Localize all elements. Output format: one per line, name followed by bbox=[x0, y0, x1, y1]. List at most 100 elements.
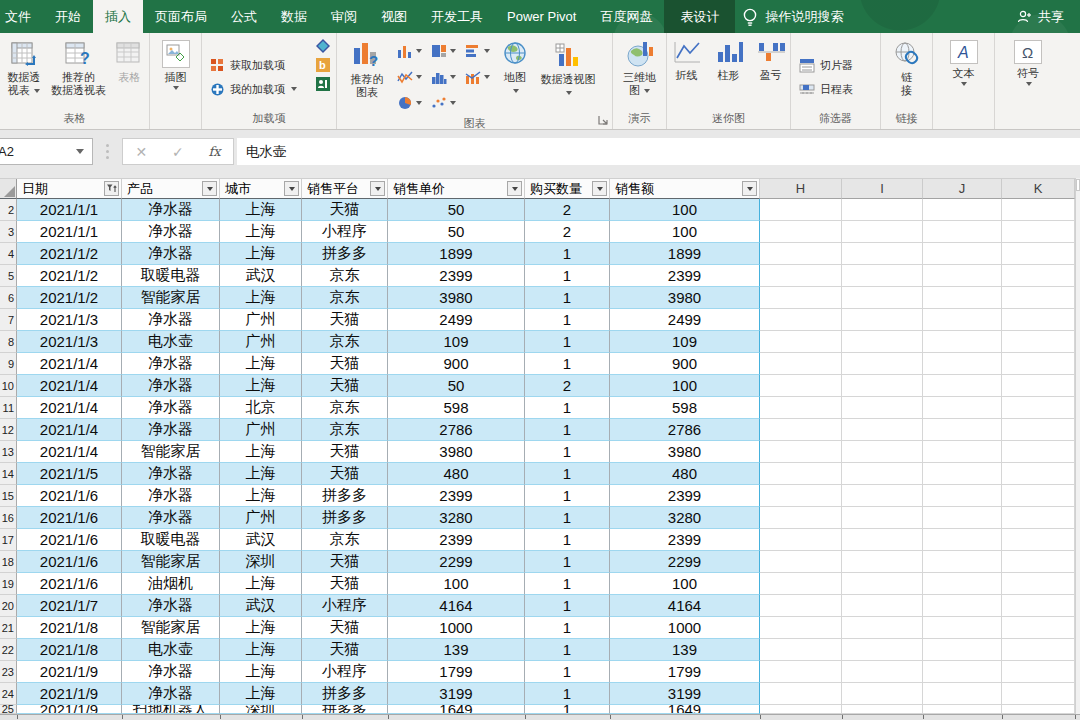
cell-amount[interactable]: 2399 bbox=[610, 529, 760, 551]
cell-quantity[interactable]: 1 bbox=[525, 617, 610, 639]
formula-input[interactable]: 电水壶 bbox=[237, 138, 1080, 165]
cell-price[interactable]: 900 bbox=[388, 353, 525, 375]
cell-quantity[interactable]: 1 bbox=[525, 595, 610, 617]
cell-price[interactable]: 2399 bbox=[388, 485, 525, 507]
cell-date[interactable]: 2021/1/3 bbox=[17, 309, 122, 331]
cell-empty-K[interactable] bbox=[1002, 221, 1075, 243]
row-number[interactable]: 11 bbox=[0, 397, 17, 419]
cell-empty-I[interactable] bbox=[842, 243, 923, 265]
cell-empty-I[interactable] bbox=[842, 617, 923, 639]
cell-amount[interactable]: 2399 bbox=[610, 485, 760, 507]
tab-file[interactable]: 文件 bbox=[0, 0, 43, 33]
cell-price[interactable]: 3280 bbox=[388, 507, 525, 529]
cell-price[interactable]: 1649 bbox=[388, 705, 525, 714]
map3d-button[interactable]: 三维地图 bbox=[620, 36, 659, 97]
cell-quantity[interactable]: 1 bbox=[525, 529, 610, 551]
cell-price[interactable]: 480 bbox=[388, 463, 525, 485]
amount-filter-icon[interactable] bbox=[742, 181, 757, 196]
cell-date[interactable]: 2021/1/5 bbox=[17, 463, 122, 485]
cell-price[interactable]: 4164 bbox=[388, 595, 525, 617]
cell-empty-K[interactable] bbox=[1002, 529, 1075, 551]
cell-platform[interactable]: 拼多多 bbox=[302, 507, 388, 529]
cell-platform[interactable]: 拼多多 bbox=[302, 485, 388, 507]
cell-empty-H[interactable] bbox=[760, 375, 842, 397]
cell-empty-H[interactable] bbox=[760, 199, 842, 221]
cell-amount[interactable]: 2786 bbox=[610, 419, 760, 441]
cell-empty-H[interactable] bbox=[760, 287, 842, 309]
cell-city[interactable]: 广州 bbox=[220, 331, 302, 353]
cell-date[interactable]: 2021/1/7 bbox=[17, 595, 122, 617]
cell-platform[interactable]: 天猫 bbox=[302, 441, 388, 463]
symbol-button[interactable]: Ω 符号 bbox=[1011, 36, 1045, 86]
cell-price[interactable]: 3980 bbox=[388, 287, 525, 309]
cell-city[interactable]: 上海 bbox=[220, 243, 302, 265]
cell-empty-I[interactable] bbox=[842, 199, 923, 221]
cell-date[interactable]: 2021/1/6 bbox=[17, 507, 122, 529]
cell-empty-K[interactable] bbox=[1002, 617, 1075, 639]
cell-quantity[interactable]: 1 bbox=[525, 705, 610, 714]
row-number[interactable]: 15 bbox=[0, 485, 17, 507]
maps-button[interactable]: 地图 bbox=[495, 36, 535, 97]
cell-empty-H[interactable] bbox=[760, 353, 842, 375]
cell-quantity[interactable]: 1 bbox=[525, 397, 610, 419]
cell-empty-K[interactable] bbox=[1002, 353, 1075, 375]
header-date[interactable]: 日期 bbox=[17, 179, 122, 199]
product-filter-icon[interactable] bbox=[202, 181, 217, 196]
cell-empty-K[interactable] bbox=[1002, 331, 1075, 353]
cell-quantity[interactable]: 1 bbox=[525, 441, 610, 463]
cell-product[interactable]: 智能家居 bbox=[122, 551, 220, 573]
cell-quantity[interactable]: 2 bbox=[525, 375, 610, 397]
cell-empty-J[interactable] bbox=[923, 375, 1002, 397]
cell-empty-J[interactable] bbox=[923, 573, 1002, 595]
row-number[interactable]: 20 bbox=[0, 595, 17, 617]
quantity-filter-icon[interactable] bbox=[592, 181, 607, 196]
header-platform[interactable]: 销售平台 bbox=[302, 179, 388, 199]
cell-city[interactable]: 广州 bbox=[220, 507, 302, 529]
cell-date[interactable]: 2021/1/6 bbox=[17, 573, 122, 595]
cell-price[interactable]: 2399 bbox=[388, 265, 525, 287]
cell-amount[interactable]: 3280 bbox=[610, 507, 760, 529]
tab-page-layout[interactable]: 页面布局 bbox=[143, 0, 219, 33]
pie-chart-button[interactable] bbox=[393, 96, 427, 110]
tab-formulas[interactable]: 公式 bbox=[219, 0, 269, 33]
cell-empty-K[interactable] bbox=[1002, 419, 1075, 441]
row-number[interactable]: 16 bbox=[0, 507, 17, 529]
cell-price[interactable]: 50 bbox=[388, 221, 525, 243]
cell-product[interactable]: 净水器 bbox=[122, 375, 220, 397]
cell-empty-I[interactable] bbox=[842, 397, 923, 419]
cell-date[interactable]: 2021/1/4 bbox=[17, 397, 122, 419]
cell-empty-K[interactable] bbox=[1002, 705, 1075, 714]
cell-date[interactable]: 2021/1/4 bbox=[17, 419, 122, 441]
cell-empty-I[interactable] bbox=[842, 287, 923, 309]
row-number[interactable]: 7 bbox=[0, 309, 17, 331]
cell-amount[interactable]: 100 bbox=[610, 573, 760, 595]
cell-empty-J[interactable] bbox=[923, 287, 1002, 309]
cell-amount[interactable]: 1649 bbox=[610, 705, 760, 714]
cell-product[interactable]: 净水器 bbox=[122, 661, 220, 683]
cell-price[interactable]: 2499 bbox=[388, 309, 525, 331]
tell-me-search[interactable]: 操作说明搜索 bbox=[735, 0, 849, 33]
cell-product[interactable]: 净水器 bbox=[122, 243, 220, 265]
row-number[interactable]: 4 bbox=[0, 243, 17, 265]
cell-empty-J[interactable] bbox=[923, 419, 1002, 441]
column-header-I[interactable]: I bbox=[842, 179, 923, 199]
cell-city[interactable]: 上海 bbox=[220, 617, 302, 639]
cell-empty-H[interactable] bbox=[760, 661, 842, 683]
cell-empty-I[interactable] bbox=[842, 683, 923, 705]
cell-date[interactable]: 2021/1/9 bbox=[17, 661, 122, 683]
cell-platform[interactable]: 小程序 bbox=[302, 595, 388, 617]
cell-empty-H[interactable] bbox=[760, 639, 842, 661]
row-number[interactable]: 24 bbox=[0, 683, 17, 705]
cell-city[interactable]: 武汉 bbox=[220, 595, 302, 617]
cell-platform[interactable]: 天猫 bbox=[302, 617, 388, 639]
cell-amount[interactable]: 3980 bbox=[610, 287, 760, 309]
cell-amount[interactable]: 480 bbox=[610, 463, 760, 485]
cell-empty-H[interactable] bbox=[760, 243, 842, 265]
cell-amount[interactable]: 109 bbox=[610, 331, 760, 353]
cell-empty-K[interactable] bbox=[1002, 309, 1075, 331]
combo-chart-button[interactable] bbox=[461, 70, 495, 84]
cell-quantity[interactable]: 1 bbox=[525, 661, 610, 683]
cell-city[interactable]: 上海 bbox=[220, 199, 302, 221]
cell-empty-H[interactable] bbox=[760, 221, 842, 243]
cell-amount[interactable]: 100 bbox=[610, 199, 760, 221]
